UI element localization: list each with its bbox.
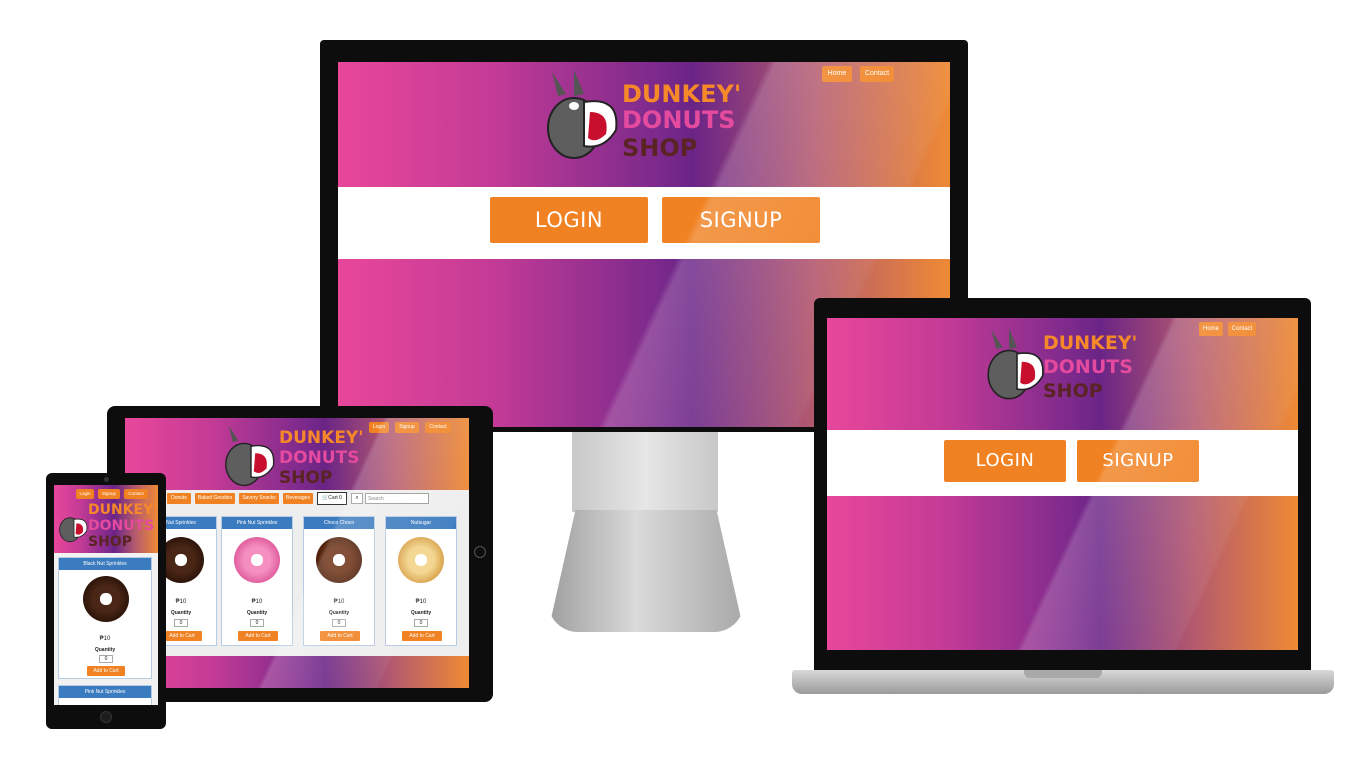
phone-screen: DUNKEY' DONUTS SHOP Login Signup Contact… (54, 485, 158, 705)
quantity-label: Quantity (328, 610, 350, 616)
brand-line-1: DUNKEY' (622, 80, 742, 108)
search-icon: ⌕ (355, 495, 359, 501)
monitor-base (548, 510, 744, 632)
product-image (234, 537, 280, 583)
donkey-mascot-icon (59, 517, 88, 543)
product-image (83, 576, 129, 622)
add-to-cart-button[interactable]: Add to Cart (238, 631, 278, 641)
quantity-select[interactable]: 0 (250, 619, 264, 627)
nav-signup[interactable]: Signup (395, 422, 419, 433)
donkey-mascot-icon (225, 425, 275, 487)
product-card: Nutsugar ₱10 Quantity 0 Add to Cart (385, 516, 457, 646)
nav-signup[interactable]: Signup (98, 489, 120, 499)
tablet-home-button[interactable] (474, 546, 486, 558)
quantity-select[interactable]: 0 (99, 655, 113, 663)
login-button[interactable]: LOGIN (944, 440, 1066, 482)
brand-line-2: DONUTS (279, 448, 360, 468)
product-price: ₱10 (99, 636, 111, 642)
brand-line-1: DUNKEY' (88, 502, 158, 518)
product-name: Black Nut Sprinkles (59, 558, 151, 570)
laptop-notch (1024, 670, 1102, 678)
nav-contact[interactable]: Contact (860, 66, 894, 82)
brand-line-3: SHOP (279, 468, 333, 488)
product-price: ₱10 (415, 599, 427, 605)
donkey-mascot-icon (987, 328, 1044, 400)
nav-login[interactable]: Login (369, 422, 389, 433)
quantity-select[interactable]: 0 (414, 619, 428, 627)
signup-button[interactable]: SIGNUP (1077, 440, 1199, 482)
quantity-select[interactable]: 0 (332, 619, 346, 627)
product-name: Pink Nut Sprinkles (222, 517, 292, 529)
quantity-label: Quantity (94, 647, 116, 653)
product-price: ₱10 (251, 599, 263, 605)
auth-band: LOGIN SIGNUP (338, 187, 950, 259)
laptop: DUNKEY' DONUTS SHOP Home Contact LOGIN S… (792, 298, 1334, 698)
brand-line-1: DUNKEY' (279, 428, 364, 448)
brand-logo: DUNKEY' DONUTS SHOP (58, 499, 158, 553)
quantity-label: Quantity (246, 610, 268, 616)
monitor-neck (572, 432, 718, 512)
product-image (316, 537, 362, 583)
nav-contact[interactable]: Contact (425, 422, 451, 433)
nav-login[interactable]: Login (76, 489, 94, 499)
add-to-cart-button[interactable]: Add to Cart (402, 631, 442, 641)
search-button[interactable]: ⌕ (351, 493, 363, 504)
auth-band: LOGIN SIGNUP (827, 430, 1298, 496)
signup-button[interactable]: SIGNUP (662, 197, 820, 243)
category-savory-snacks[interactable]: Savory Snacks (239, 493, 279, 504)
nav-home[interactable]: Home (1199, 322, 1223, 336)
product-name: Nutsugar (386, 517, 456, 529)
cart-button[interactable]: 🛒Cart 0 (317, 492, 347, 505)
quantity-select[interactable]: 0 (174, 619, 188, 627)
quantity-label: Quantity (410, 610, 432, 616)
product-card: Choco Choco ₱10 Quantity 0 Add to Cart (303, 516, 375, 646)
brand-logo: DUNKEY' DONUTS SHOP (223, 420, 373, 492)
nav-home[interactable]: Home (822, 66, 852, 82)
brand-line-2: DONUTS (88, 518, 155, 534)
product-price: ₱10 (333, 599, 345, 605)
brand-line-2: DONUTS (622, 106, 736, 134)
brand-line-3: SHOP (622, 134, 698, 162)
login-button[interactable]: LOGIN (490, 197, 648, 243)
search-input[interactable] (365, 493, 429, 504)
product-card: Black Nut Sprinkles ₱10 Quantity 0 Add t… (58, 557, 152, 679)
donkey-mascot-icon (547, 70, 618, 159)
product-name: Choco Choco (304, 517, 374, 529)
brand-line-2: DONUTS (1043, 356, 1133, 378)
cart-label: Cart 0 (328, 495, 342, 501)
product-card: Pink Nut Sprinkles (58, 685, 152, 705)
product-image (398, 537, 444, 583)
add-to-cart-button[interactable]: Add to Cart (87, 666, 125, 676)
category-donuts[interactable]: Donuts (167, 493, 191, 504)
laptop-screen: DUNKEY' DONUTS SHOP Home Contact LOGIN S… (827, 318, 1298, 650)
phone-camera (104, 477, 109, 482)
brand-line-1: DUNKEY' (1043, 332, 1138, 354)
product-name: Pink Nut Sprinkles (59, 686, 151, 698)
add-to-cart-button[interactable]: Add to Cart (162, 631, 202, 641)
category-beverages[interactable]: Beverages (283, 493, 313, 504)
nav-contact[interactable]: Contact (1228, 322, 1256, 336)
brand-line-3: SHOP (88, 534, 132, 550)
brand-logo: DUNKEY' DONUTS SHOP (985, 320, 1145, 412)
phone-home-button[interactable] (100, 711, 112, 723)
product-card: Pink Nut Sprinkles ₱10 Quantity 0 Add to… (221, 516, 293, 646)
tablet-footer (125, 656, 469, 688)
brand-logo: DUNKEY' DONUTS SHOP (544, 66, 744, 166)
brand-line-3: SHOP (1043, 380, 1103, 402)
add-to-cart-button[interactable]: Add to Cart (320, 631, 360, 641)
category-baked-goodies[interactable]: Baked Goodies (195, 493, 235, 504)
phone: DUNKEY' DONUTS SHOP Login Signup Contact… (46, 473, 166, 729)
nav-contact[interactable]: Contact (124, 489, 148, 499)
tablet-screen: DUNKEY' DONUTS SHOP Login Signup Contact… (125, 418, 469, 688)
